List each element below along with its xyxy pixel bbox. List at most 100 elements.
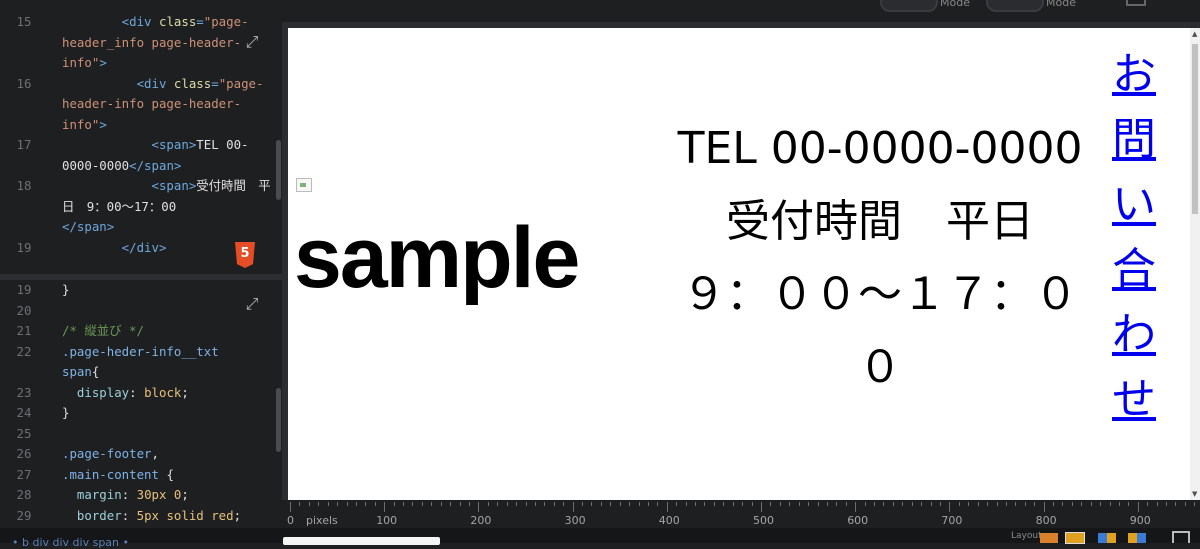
ruler-tick (987, 502, 989, 506)
ruler-label: 200 (470, 514, 492, 527)
tel-text: TEL 00-0000-0000 (677, 123, 1083, 174)
line-number: 21 (16, 323, 32, 338)
expand-icon[interactable]: ⤢ (242, 294, 262, 314)
ruler-tick (751, 502, 753, 506)
code-line[interactable]: 26 .page-footer, (0, 444, 282, 465)
html-editor-pane[interactable]: 15 <div class="page-header_info page-hea… (0, 12, 282, 274)
ruler-tick (704, 502, 706, 506)
code-line[interactable]: 24} (0, 403, 282, 424)
layout-button[interactable] (1065, 532, 1085, 544)
code-token: <span> (62, 178, 197, 193)
code-line[interactable]: 17 <span>TEL 00- (0, 135, 282, 156)
code-line[interactable]: info"> (0, 115, 282, 136)
window-icon[interactable] (1126, 0, 1146, 6)
ruler-tick (450, 502, 452, 506)
ruler-tick (977, 502, 979, 506)
css-editor-pane[interactable]: 19} 20 21/* 縦並び */22 .page-heder-info__txt s… (0, 280, 282, 530)
line-number: 17 (16, 137, 32, 152)
ruler-tick (610, 502, 612, 506)
ruler-tick (874, 502, 876, 506)
code-line[interactable]: info"> (0, 53, 282, 74)
contact-link[interactable]: お問い合わせ (1112, 42, 1164, 432)
ruler-tick (365, 502, 367, 506)
ruler-tick (403, 502, 405, 506)
toggle-label: Mode (940, 0, 970, 9)
ruler-tick (459, 502, 461, 506)
search-input[interactable] (283, 537, 440, 545)
code-line[interactable]: span{ (0, 362, 282, 383)
code-line[interactable]: </span> (0, 217, 282, 238)
layout-button[interactable] (1128, 533, 1146, 543)
line-number: 22 (16, 343, 32, 359)
layout-button[interactable] (1040, 533, 1058, 543)
ruler-tick (421, 502, 423, 506)
scroll-up-arrow-icon[interactable]: ▲ (1192, 30, 1197, 38)
code-token: header_info page-header- (62, 34, 242, 50)
ruler-tick (732, 502, 734, 506)
code-line[interactable]: 27 .main-content { (0, 465, 282, 486)
code-text: .main-content { (62, 465, 174, 486)
ruler-label: 600 (847, 514, 869, 527)
code-line[interactable]: 0000-0000</span> (0, 156, 282, 177)
code-line[interactable]: 23 display: block; (0, 383, 282, 404)
code-token: span (62, 364, 92, 379)
ruler-tick (497, 502, 499, 506)
code-token: = (211, 75, 219, 91)
code-token: ; (233, 507, 242, 523)
code-line[interactable]: header_info page-header- (0, 33, 282, 54)
fullscreen-icon[interactable] (1172, 531, 1190, 543)
code-token: , (151, 446, 159, 461)
code-line[interactable]: 日 9：00～17：00 (0, 197, 282, 218)
code-text: </div> (62, 238, 167, 259)
ruler-tick (412, 502, 414, 506)
code-line[interactable]: 29 border: 5px solid red; (0, 506, 282, 527)
mode-toggle[interactable] (986, 0, 1044, 12)
ruler-tick (798, 502, 800, 506)
ruler-tick (1090, 502, 1092, 506)
scroll-thumb[interactable] (1192, 44, 1198, 214)
code-line[interactable]: header-info page-header- (0, 94, 282, 115)
editor-scrollbar[interactable] (276, 140, 281, 200)
code-token: info" (62, 55, 100, 70)
code-text: margin: 30px 0; (62, 485, 189, 506)
ruler-label: 900 (1129, 514, 1151, 527)
mode-toggle[interactable] (880, 0, 938, 12)
ruler-tick (1034, 502, 1036, 506)
ruler-tick (516, 502, 518, 506)
ruler-tick (582, 502, 584, 506)
code-line[interactable]: 28 margin: 30px 0; (0, 485, 282, 506)
ruler-tick (478, 502, 480, 512)
code-line[interactable]: 21 /* 縦並び */ (0, 321, 282, 342)
code-line[interactable]: 16 <div class="page- (0, 74, 282, 95)
preview-scrollbar[interactable]: ▲ ▼ (1190, 28, 1200, 500)
ruler-tick (996, 502, 998, 506)
code-line[interactable]: 15 <div class="page- (0, 12, 282, 33)
ruler-tick (1100, 502, 1102, 506)
code-line[interactable]: 19} (0, 280, 282, 301)
pixel-ruler: 0 100 200 300 400 500 600 700 800 900 pixels (282, 500, 1200, 528)
code-line[interactable]: 18 <span>受付時間 平 (0, 176, 282, 197)
code-text: span{ (62, 362, 99, 383)
ruler-tick (384, 502, 386, 512)
code-token: { (91, 364, 100, 379)
hours-text: 受付時間 平日 ９：００～１７：００ (682, 196, 1078, 393)
code-token: margin (62, 487, 122, 502)
code-line[interactable]: 25 (0, 424, 282, 445)
layout-button[interactable] (1098, 533, 1116, 543)
code-line[interactable]: 22 .page-heder-info__txt (0, 342, 282, 363)
line-number: 28 (16, 487, 32, 502)
ruler-tick (968, 502, 970, 506)
ruler-tick (374, 502, 376, 506)
expand-icon[interactable]: ⤢ (242, 32, 262, 52)
code-text: 日 9：00～17：00 (62, 197, 176, 218)
code-line[interactable]: 20 (0, 301, 282, 322)
line-number: 20 (16, 302, 32, 318)
ruler-tick (647, 502, 649, 506)
editor-scrollbar[interactable] (276, 388, 281, 452)
ruler-tick (337, 502, 339, 506)
ruler-tick (1175, 502, 1177, 506)
ruler-tick (487, 502, 489, 506)
scroll-down-arrow-icon[interactable]: ▼ (1192, 490, 1197, 498)
ruler-tick (695, 502, 697, 506)
ruler-tick (1081, 502, 1083, 506)
